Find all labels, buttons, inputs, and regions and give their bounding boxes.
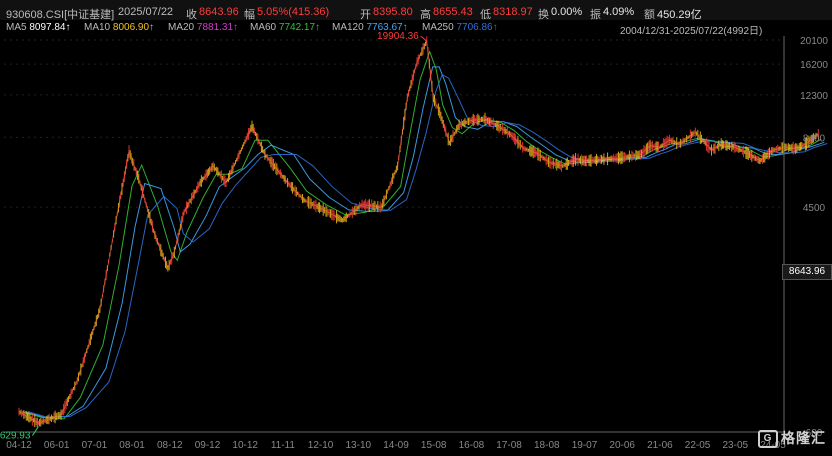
moving-average-lines [21,50,828,420]
logo-icon: G [758,430,778,448]
ma-line [24,66,825,418]
x-tick-label: 20-06 [609,440,635,451]
current-price-tag: 8643.96 [782,264,832,280]
watermark-logo: G 格隆汇 [758,428,826,448]
chart-annotations: 19904.36 629.93 [0,31,428,442]
ma-line [27,73,828,418]
price-line [18,39,819,424]
x-tick-label: 08-01 [119,440,145,451]
x-tick-label: 06-01 [44,440,70,451]
price-chart[interactable]: 60045008400123001620020100 04-12 06-01 07-… [0,0,832,456]
y-tick-label: 12300 [800,91,828,102]
x-tick-label: 04-12 [6,440,32,451]
x-axis: 04-12 06-01 07-01 08-01 08-12 09-12 10-12 11-11… [4,431,786,451]
x-tick-label: 21-06 [647,440,673,451]
extreme-value-label: 629.93 [0,431,31,442]
x-tick-label: 13-10 [346,440,372,451]
extreme-value-label: 19904.36 [377,31,419,42]
x-tick-label: 23-05 [723,440,749,451]
x-tick-label: 19-07 [572,440,598,451]
x-tick-label: 18-08 [534,440,560,451]
x-tick-label: 15-08 [421,440,447,451]
x-tick-label: 11-11 [271,440,296,451]
y-tick-label: 4500 [803,203,826,214]
x-tick-label: 10-12 [232,440,258,451]
extreme-value-pointer [32,426,39,436]
x-tick-label: 09-12 [195,440,221,451]
ma-line [21,50,822,420]
x-tick-label: 16-08 [459,440,485,451]
extreme-value-pointer [420,35,428,42]
y-tick-label: 16200 [800,60,828,71]
chart-grid [4,39,784,433]
x-tick-label: 22-05 [685,440,711,451]
x-tick-label: 08-12 [157,440,183,451]
y-tick-label: 20100 [800,36,828,47]
y-tick-label: 8400 [803,133,826,144]
y-axis: 60045008400123001620020100 [783,36,828,439]
x-tick-label: 07-01 [82,440,108,451]
x-tick-label: 12-10 [308,440,334,451]
x-tick-label: 17-08 [496,440,522,451]
x-tick-label: 14-09 [383,440,409,451]
